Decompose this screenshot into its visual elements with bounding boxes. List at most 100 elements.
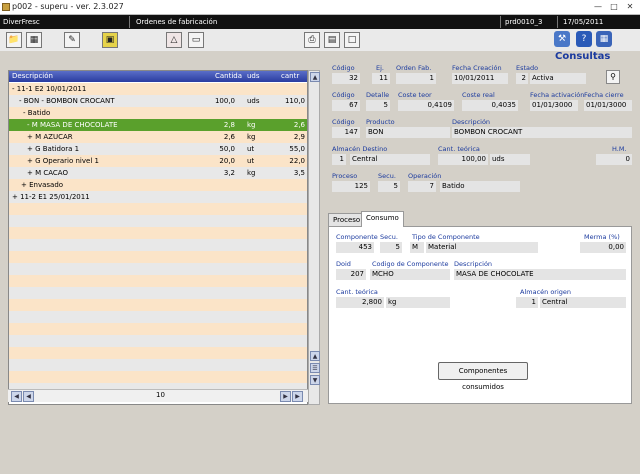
maximize-icon[interactable]: □ bbox=[606, 1, 622, 13]
tree-icon[interactable]: ▦ bbox=[26, 32, 42, 48]
almacen-origen-field[interactable]: Central bbox=[540, 297, 626, 308]
tab-proceso[interactable]: Proceso bbox=[328, 213, 366, 227]
fecha-activacion-field[interactable]: 01/01/3000 bbox=[530, 100, 578, 111]
estado-field[interactable]: Activa bbox=[530, 73, 586, 84]
secu-field[interactable]: 5 bbox=[378, 181, 400, 192]
tree-row-unit: ut bbox=[247, 145, 255, 153]
order-tree: Descripción Cantida uds cantr - 11-1 E2 … bbox=[8, 70, 308, 405]
cant-unit-field[interactable]: uds bbox=[490, 154, 530, 165]
tree-row[interactable]: + M AZUCAR 2,6 kg 2,9 bbox=[9, 131, 307, 143]
scroll-top-icon[interactable]: ▲ bbox=[310, 72, 320, 82]
consumo-cant-field[interactable]: 2,800 bbox=[336, 297, 384, 308]
coste-teor-field[interactable]: 0,4109 bbox=[398, 100, 454, 111]
tab-consumo[interactable]: Consumo bbox=[361, 211, 404, 227]
scroll-down-icon[interactable]: ▼ bbox=[310, 375, 320, 385]
tree-row[interactable]: + Envasado bbox=[9, 179, 307, 191]
consumo-cant-unit[interactable]: kg bbox=[386, 297, 450, 308]
page-title: Consultas bbox=[555, 51, 611, 62]
consumo-secu-field[interactable]: 5 bbox=[380, 242, 402, 253]
tree-row-qty: 2,8 bbox=[223, 121, 235, 129]
tree-row[interactable]: - 11-1 E2 10/01/2011 bbox=[9, 83, 307, 95]
window-icon[interactable]: ▭ bbox=[188, 32, 204, 48]
empty-row bbox=[9, 299, 307, 311]
prev-page-icon[interactable]: ◀ bbox=[23, 391, 34, 402]
tree-row[interactable]: - M MASA DE CHOCOLATE 2,8 kg 2,6 bbox=[9, 119, 307, 131]
operacion-num[interactable]: 7 bbox=[408, 181, 436, 192]
copy-icon[interactable]: ▤ bbox=[324, 32, 340, 48]
print-icon[interactable]: ⎙ bbox=[304, 32, 320, 48]
tree-row-text: - 11-1 E2 10/01/2011 bbox=[12, 85, 87, 93]
edit-icon[interactable]: ✎ bbox=[64, 32, 80, 48]
next-page-icon[interactable]: ▶ bbox=[280, 391, 291, 402]
palette-icon[interactable]: △ bbox=[166, 32, 182, 48]
doid-field[interactable]: 207 bbox=[336, 269, 366, 280]
first-page-icon[interactable]: ◀ bbox=[11, 391, 22, 402]
window-title: p002 - superu - ver. 2.3.027 bbox=[12, 2, 124, 11]
orden-fab-field[interactable]: 1 bbox=[396, 73, 436, 84]
descripcion-field[interactable]: BOMBON CROCANT bbox=[452, 127, 632, 138]
label-almacen-destino: Almacén Destino bbox=[332, 145, 388, 153]
tree-row-qty: 3,2 bbox=[223, 169, 235, 177]
fecha-cierre-field[interactable]: 01/01/3000 bbox=[584, 100, 632, 111]
coste-real-field[interactable]: 0,4035 bbox=[462, 100, 518, 111]
tree-row[interactable]: - BON - BOMBON CROCANT 100,0 uds 110,0 bbox=[9, 95, 307, 107]
empty-row bbox=[9, 347, 307, 359]
document-icon[interactable]: □ bbox=[344, 32, 360, 48]
componente-field[interactable]: 453 bbox=[336, 242, 374, 253]
tree-row[interactable]: + G Operario nivel 1 20,0 ut 22,0 bbox=[9, 155, 307, 167]
almacen-origen-num[interactable]: 1 bbox=[516, 297, 538, 308]
operacion-field[interactable]: Batido bbox=[440, 181, 520, 192]
wrench-icon[interactable]: ⚒ bbox=[554, 31, 570, 47]
detalle-field[interactable]: 5 bbox=[366, 100, 390, 111]
calendar-icon[interactable]: ▦ bbox=[596, 31, 612, 47]
proceso-field[interactable]: 125 bbox=[332, 181, 370, 192]
tree-row[interactable]: + 11-2 E1 25/01/2011 bbox=[9, 191, 307, 203]
open-folder-icon[interactable]: 📁 bbox=[6, 32, 22, 48]
page-number: 10 bbox=[156, 391, 165, 399]
module-label: Ordenes de fabricación bbox=[133, 16, 501, 28]
scroll-up-icon[interactable]: ▲ bbox=[310, 351, 320, 361]
almacen-num[interactable]: 1 bbox=[332, 154, 346, 165]
minimize-icon[interactable]: — bbox=[590, 1, 606, 13]
tipo-code-field[interactable]: M bbox=[410, 242, 424, 253]
help-icon[interactable]: ? bbox=[576, 31, 592, 47]
tree-row[interactable]: - Batido bbox=[9, 107, 307, 119]
close-icon[interactable]: ✕ bbox=[622, 1, 638, 13]
tree-row[interactable]: + M CACAO 3,2 kg 3,5 bbox=[9, 167, 307, 179]
tree-row-qty2: 2,9 bbox=[293, 133, 305, 141]
label-tipo-componente: Tipo de Componente bbox=[412, 233, 480, 241]
merma-field[interactable]: 0,00 bbox=[580, 242, 626, 253]
tipo-componente-field[interactable]: Material bbox=[426, 242, 538, 253]
producto-field[interactable]: BON bbox=[366, 127, 450, 138]
label-consumo-descripcion: Descripción bbox=[454, 260, 493, 268]
empty-row bbox=[9, 251, 307, 263]
order-code[interactable]: 32 bbox=[332, 73, 360, 84]
tree-row-unit: uds bbox=[247, 97, 260, 105]
almacen-destino-field[interactable]: Central bbox=[350, 154, 430, 165]
codigo-componente-field[interactable]: MCHO bbox=[370, 269, 450, 280]
col-qty2: cantr bbox=[281, 72, 300, 80]
consumo-descripcion-field[interactable]: MASA DE CHOCOLATE bbox=[454, 269, 626, 280]
tree-row-unit: ut bbox=[247, 157, 255, 165]
search-icon[interactable]: ⚲ bbox=[606, 70, 620, 84]
label-orden-fab: Orden Fab. bbox=[396, 64, 432, 72]
hm-field[interactable]: 0 bbox=[596, 154, 632, 165]
last-page-icon[interactable]: ▶ bbox=[292, 391, 303, 402]
cant-teorica-field[interactable]: 100,00 bbox=[438, 154, 488, 165]
toolbar: 📁 ▦ ✎ ▣ △ ▭ ⎙ ▤ □ bbox=[0, 29, 640, 51]
ej-field[interactable]: 11 bbox=[372, 73, 390, 84]
detail-code[interactable]: 67 bbox=[332, 100, 360, 111]
pager: ◀ ◀ 10 ▶ ▶ bbox=[8, 389, 308, 402]
product-code[interactable]: 147 bbox=[332, 127, 360, 138]
tree-row-text: + G Batidora 1 bbox=[27, 145, 80, 153]
tree-row[interactable]: + G Batidora 1 50,0 ut 55,0 bbox=[9, 143, 307, 155]
label-almacen-origen: Almacén origen bbox=[520, 288, 572, 296]
delete-icon[interactable]: ▣ bbox=[102, 32, 118, 48]
scroll-page-icon[interactable]: ☰ bbox=[310, 363, 320, 373]
componentes-consumidos-button[interactable]: Componentes consumidos bbox=[438, 362, 528, 391]
fecha-creacion-field[interactable]: 10/01/2011 bbox=[452, 73, 508, 84]
estado-num[interactable]: 2 bbox=[516, 73, 528, 84]
tree-row-qty: 2,6 bbox=[223, 133, 235, 141]
label-proceso: Proceso bbox=[332, 172, 358, 180]
vertical-scrollbar[interactable]: ▲ ▲ ☰ ▼ bbox=[308, 70, 320, 405]
